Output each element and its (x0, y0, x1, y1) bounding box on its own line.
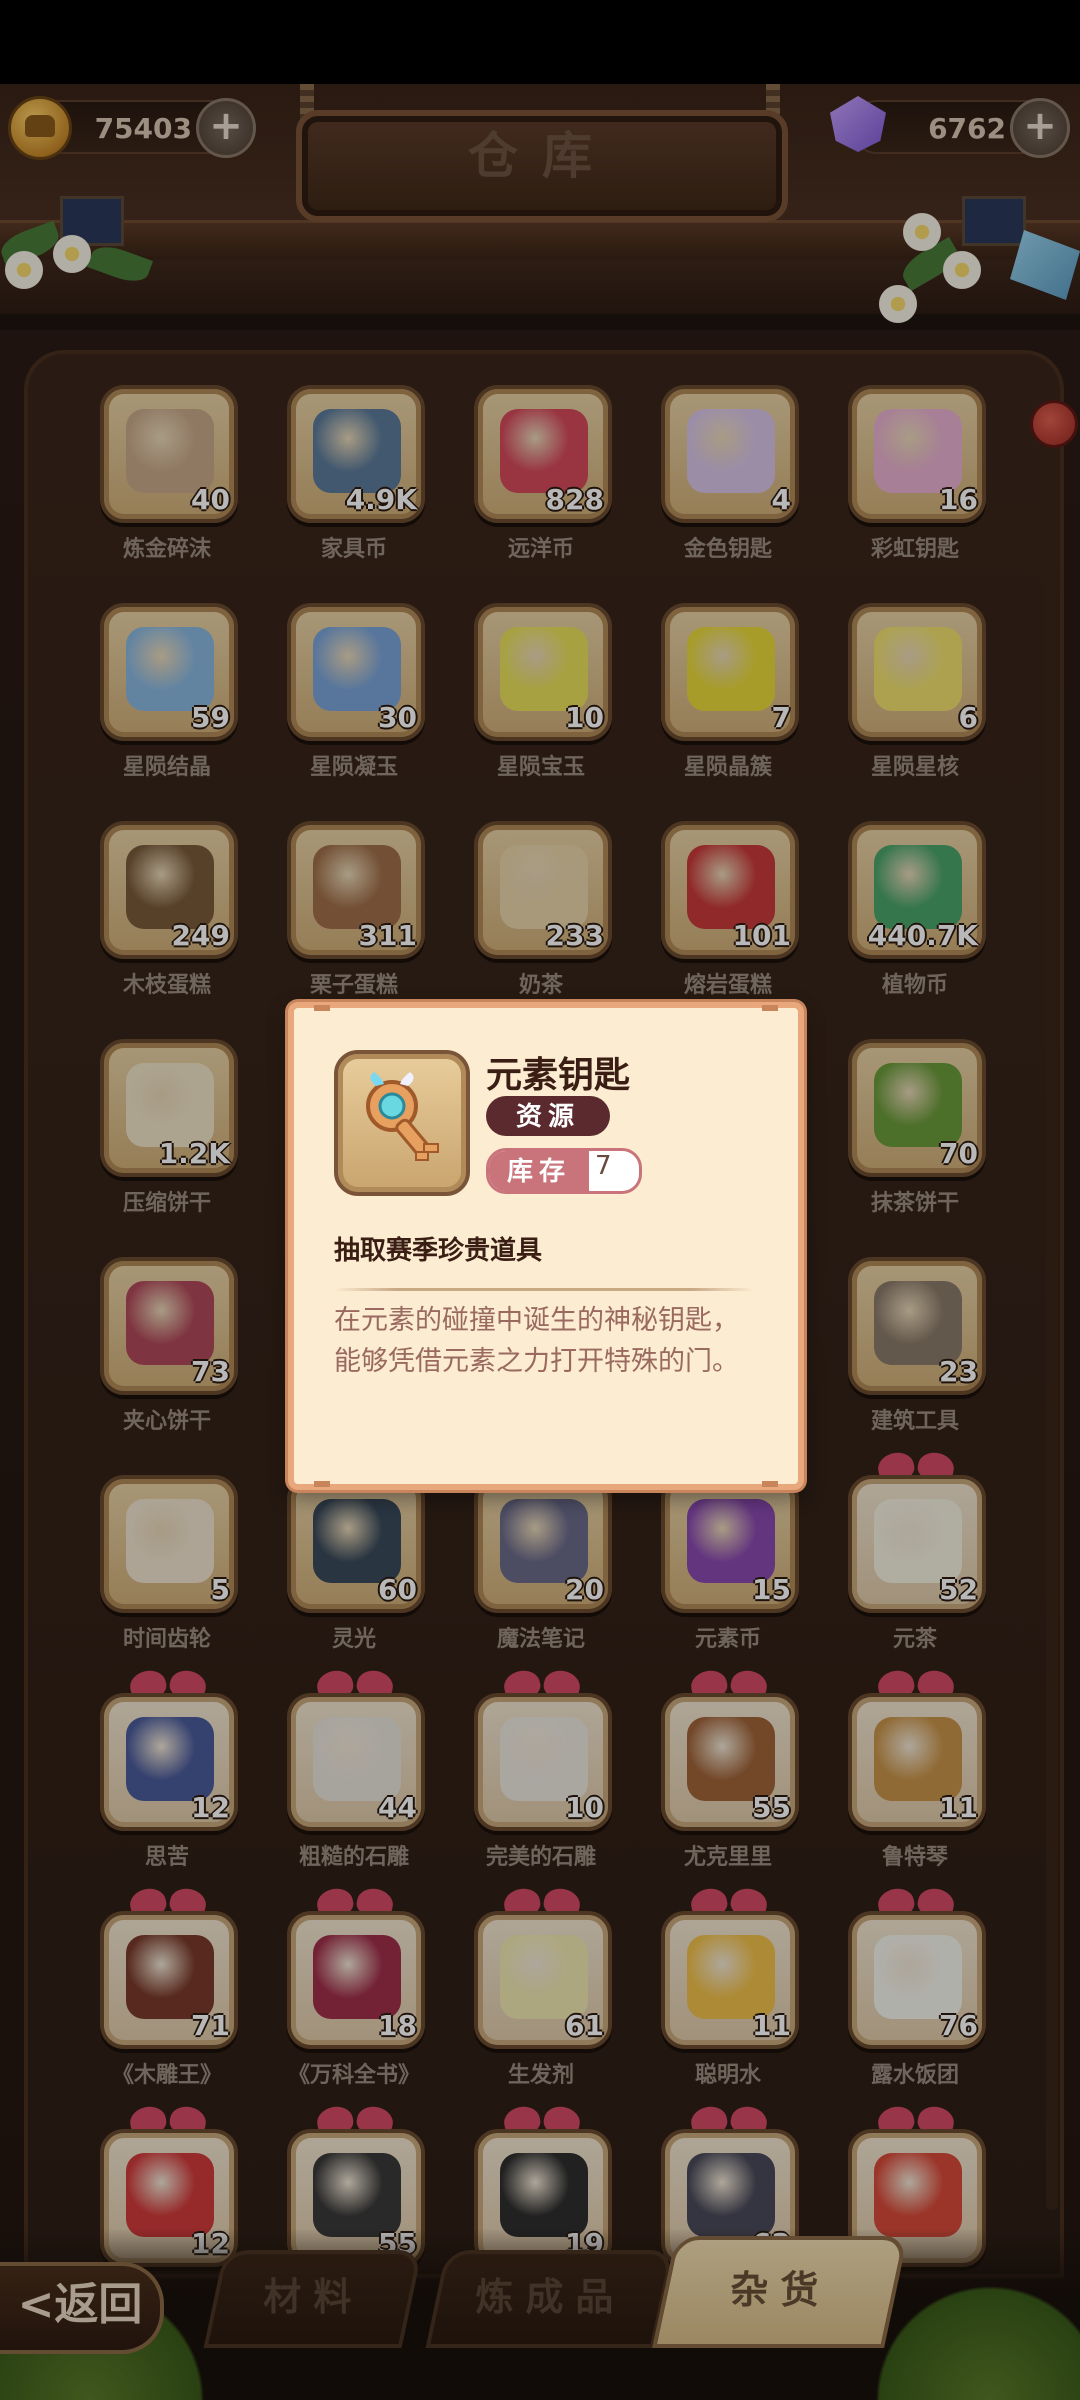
status-bar (0, 0, 1080, 84)
popup-corner (314, 1005, 330, 1011)
item-detail-popup: 元素钥匙 资源 库存 7 抽取赛季珍贵道具 在元素的碰撞中诞生的神秘钥匙，能够凭… (288, 1002, 804, 1490)
stock-pill: 库存 7 (486, 1148, 642, 1194)
popup-description: 在元素的碰撞中诞生的神秘钥匙，能够凭借元素之力打开特殊的门。 (334, 1305, 739, 1377)
popup-divider (334, 1288, 754, 1291)
category-badge: 资源 (486, 1096, 610, 1136)
popup-corner (762, 1005, 778, 1011)
stock-value: 7 (595, 1151, 612, 1181)
popup-corner (762, 1481, 778, 1487)
popup-subtitle: 抽取赛季珍贵道具 (334, 1236, 543, 1266)
popup-corner (314, 1481, 330, 1487)
popup-item-frame (334, 1050, 470, 1196)
popup-item-title: 元素钥匙 (486, 1055, 631, 1096)
stock-label: 库存 (489, 1151, 589, 1191)
element-key-icon (366, 1072, 439, 1161)
warehouse-screen: 75403 + 6762 + 仓库 40 炼金碎沫 4.9K 家具币 828 远洋币 4 金色… (0, 0, 1080, 2400)
